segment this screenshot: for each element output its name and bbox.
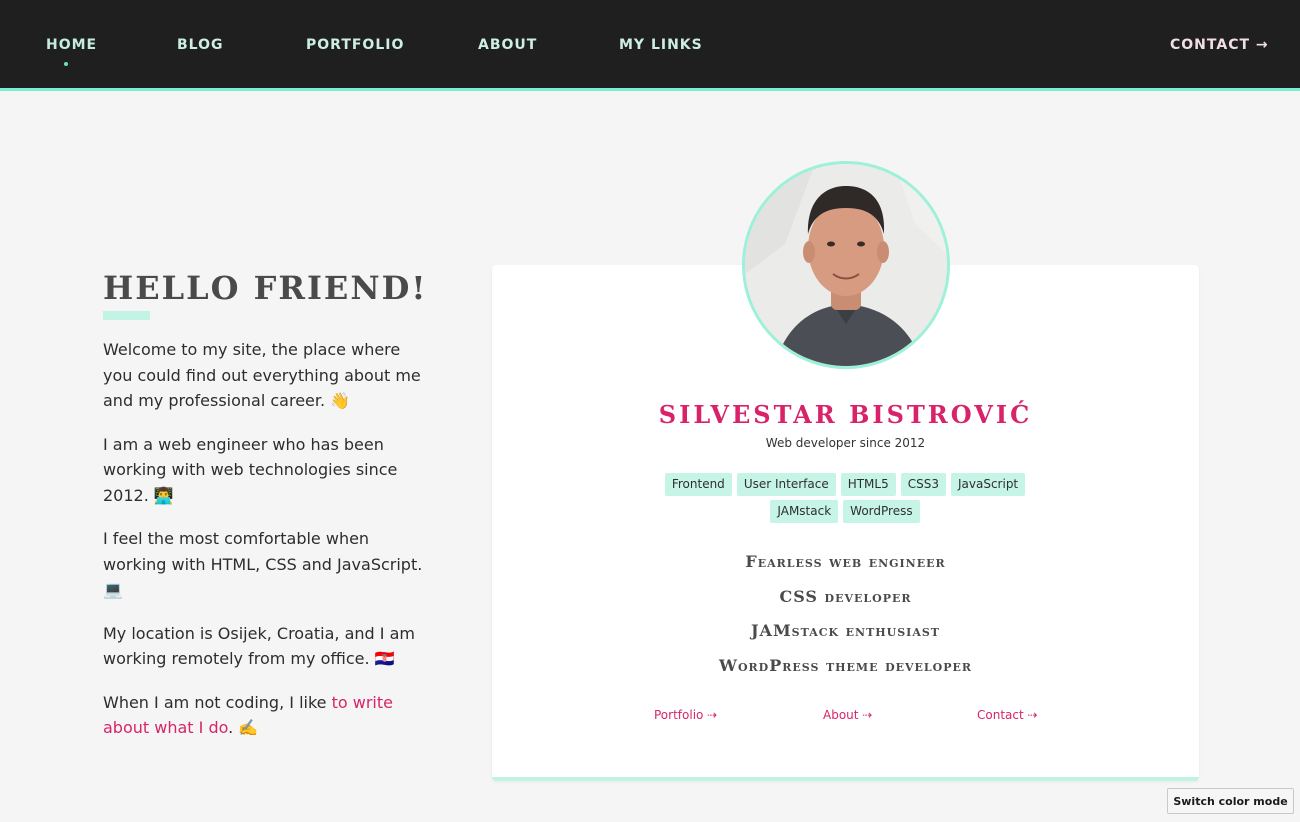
writing-prefix: When I am not coding, I like (103, 692, 332, 712)
skill-tags: Frontend User Interface HTML5 CSS3 JavaS… (640, 473, 1050, 523)
roles-list: Fearless web engineer CSS developer JAMs… (492, 545, 1199, 683)
tag-html5: HTML5 (840, 473, 896, 496)
profile-avatar (742, 161, 950, 369)
intro-paragraph: Welcome to my site, the place where you … (103, 340, 421, 410)
tag-jamstack: JAMstack (770, 500, 839, 523)
tag-frontend: Frontend (664, 473, 732, 496)
nav-home[interactable]: HOME (46, 37, 97, 53)
top-navigation: HOME BLOG PORTFOLIO ABOUT MY LINKS CONTA… (0, 0, 1300, 91)
nav-contact[interactable]: CONTACT → (1170, 37, 1269, 53)
active-indicator-dot (64, 62, 68, 66)
tag-user-interface: User Interface (736, 473, 836, 496)
tag-css3: CSS3 (900, 473, 946, 496)
role-item: WordPress theme developer (718, 655, 973, 675)
contact-link[interactable]: Contact ⇢ (977, 708, 1038, 722)
nav-about[interactable]: ABOUT (478, 37, 537, 53)
tag-javascript: JavaScript (950, 473, 1026, 496)
intro-paragraph: I am a web engineer who has been working… (103, 434, 398, 505)
intro-title: HELLO FRIEND! (103, 269, 428, 307)
role-item: CSS developer (779, 586, 912, 606)
nav-my-links[interactable]: MY LINKS (619, 37, 703, 53)
tag-wordpress: WordPress (843, 500, 920, 523)
nav-blog[interactable]: BLOG (177, 37, 224, 53)
about-link[interactable]: About ⇢ (823, 708, 872, 722)
profile-subtitle: Web developer since 2012 (765, 436, 926, 450)
intro-paragraph: My location is Osijek, Croatia, and I am… (103, 623, 415, 669)
writing-suffix: . ✍️ (228, 718, 259, 737)
intro-paragraph: I feel the most comfortable when working… (103, 529, 423, 599)
portrait-photo (745, 164, 947, 366)
title-underline (103, 311, 150, 320)
intro-paragraph-writing: When I am not coding, I like to write ab… (103, 690, 433, 741)
intro-section: HELLO FRIEND! Welcome to my site, the pl… (103, 268, 433, 741)
role-item: Fearless web engineer (745, 552, 946, 571)
profile-name: SILVESTAR BISTROVIĆ (658, 400, 1033, 429)
nav-portfolio[interactable]: PORTFOLIO (306, 37, 404, 53)
switch-color-mode-button[interactable]: Switch color mode (1167, 788, 1294, 814)
role-item: JAMstack enthusiast (750, 621, 940, 640)
portfolio-link[interactable]: Portfolio ⇢ (654, 708, 717, 722)
